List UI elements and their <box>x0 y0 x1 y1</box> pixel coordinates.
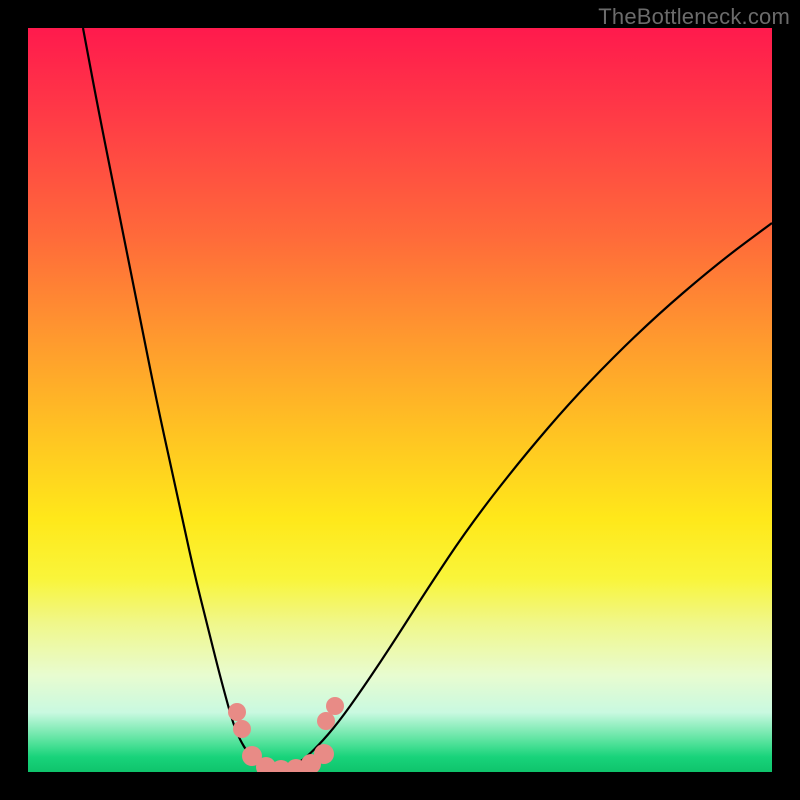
curve-left-branch <box>83 28 278 771</box>
highlight-dot <box>326 697 344 715</box>
highlight-dot <box>314 744 334 764</box>
watermark-text: TheBottleneck.com <box>598 4 790 30</box>
chart-plot-area <box>28 28 772 772</box>
highlight-dot <box>228 703 246 721</box>
highlight-dot <box>317 712 335 730</box>
highlight-dot <box>233 720 251 738</box>
curve-right-branch <box>278 223 772 771</box>
bottleneck-curve <box>28 28 772 772</box>
